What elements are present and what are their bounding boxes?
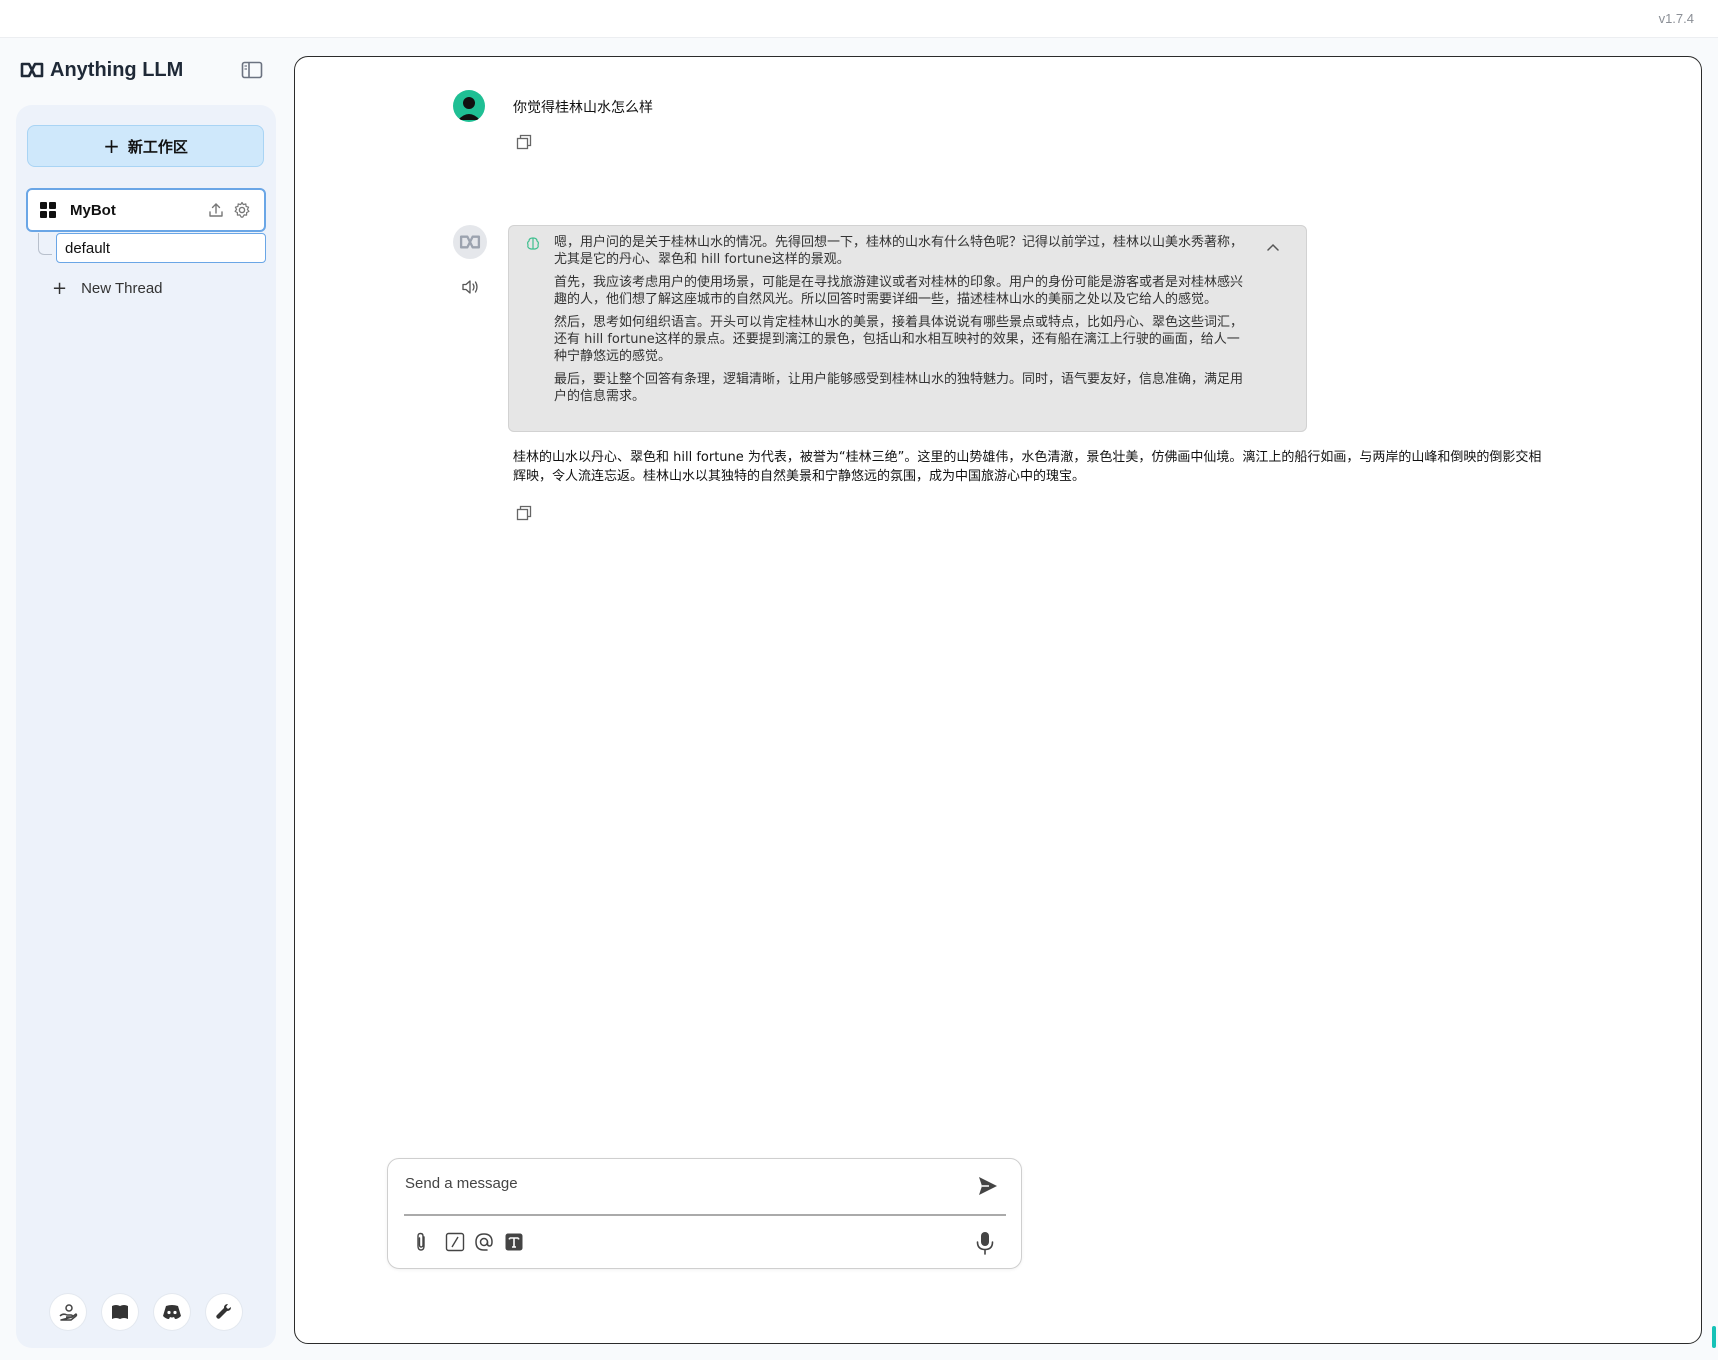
composer-divider (404, 1214, 1006, 1216)
new-thread-button[interactable]: + New Thread (52, 277, 163, 299)
sidebar-panel-icon (241, 61, 263, 79)
workspace-grid-icon (40, 202, 56, 218)
gear-icon[interactable] (232, 200, 252, 220)
user-avatar (453, 90, 485, 122)
user-message: 你觉得桂林山水怎么样 (513, 100, 653, 116)
sidebar-toggle-button[interactable] (241, 61, 263, 79)
speaker-icon[interactable] (461, 279, 479, 295)
at-mention-icon[interactable] (473, 1231, 495, 1253)
thread-item-default[interactable]: default (56, 233, 266, 263)
sidebar-footer (50, 1294, 242, 1330)
workspace-name: MyBot (70, 201, 116, 219)
new-thread-label: New Thread (81, 279, 163, 297)
message-composer (387, 1158, 1022, 1269)
plus-icon: + (52, 277, 68, 299)
copy-icon[interactable] (516, 134, 532, 150)
brand-name: Anything LLM (50, 58, 184, 81)
version-label: v1.7.4 (1658, 11, 1694, 26)
text-format-icon[interactable] (503, 1231, 525, 1253)
thinking-paragraph: 然后，思考如何组织语言。开头可以肯定桂林山水的美景，接着具体说说有哪些景点或特点… (554, 315, 1244, 364)
anything-llm-logo-icon (459, 235, 481, 249)
microphone-icon[interactable] (975, 1231, 995, 1255)
assistant-answer: 桂林的山水以丹心、翠色和 hill fortune 为代表，被誉为“桂林三绝”。… (513, 450, 1542, 484)
anything-llm-logo-icon (20, 62, 44, 78)
chat-panel: 你觉得桂林山水怎么样 嗯，用户问的是关于桂林山水的情况。先得回想一下，桂林的山水… (294, 56, 1702, 1344)
thread-connector (38, 233, 52, 255)
support-icon[interactable] (50, 1294, 86, 1330)
upload-icon[interactable] (206, 200, 226, 220)
brand-logo: Anything LLM (20, 57, 183, 83)
attachment-icon[interactable] (410, 1231, 432, 1253)
thinking-block: 嗯，用户问的是关于桂林山水的情况。先得回想一下，桂林的山水有什么特色呢？记得以前… (508, 225, 1307, 432)
scrollbar-indicator[interactable] (1712, 1326, 1716, 1348)
message-input[interactable] (405, 1171, 965, 1195)
brain-icon (527, 237, 539, 250)
new-workspace-button[interactable]: + 新工作区 (27, 125, 264, 167)
send-icon[interactable] (977, 1175, 999, 1197)
top-bar: v1.7.4 (0, 0, 1718, 38)
user-icon (458, 97, 480, 120)
discord-icon[interactable] (154, 1294, 190, 1330)
thinking-paragraph: 最后，要让整个回答有条理，逻辑清晰，让用户能够感受到桂林山水的独特魅力。同时，语… (554, 372, 1244, 404)
thinking-paragraph: 嗯，用户问的是关于桂林山水的情况。先得回想一下，桂林的山水有什么特色呢？记得以前… (554, 235, 1244, 267)
settings-wrench-icon[interactable] (206, 1294, 242, 1330)
new-workspace-label: 新工作区 (127, 137, 188, 156)
slash-command-icon[interactable] (444, 1231, 466, 1253)
workspace-item-mybot[interactable]: MyBot (26, 188, 266, 232)
copy-icon[interactable] (516, 505, 532, 521)
chevron-up-icon[interactable] (1266, 237, 1280, 251)
sidebar: + 新工作区 MyBot default + New Thread (16, 105, 276, 1348)
thinking-paragraph: 首先，我应该考虑用户的使用场景，可能是在寻找旅游建议或者对桂林的印象。用户的身份… (554, 275, 1244, 307)
plus-icon: + (103, 134, 120, 158)
docs-book-icon[interactable] (102, 1294, 138, 1330)
assistant-avatar (453, 225, 487, 259)
